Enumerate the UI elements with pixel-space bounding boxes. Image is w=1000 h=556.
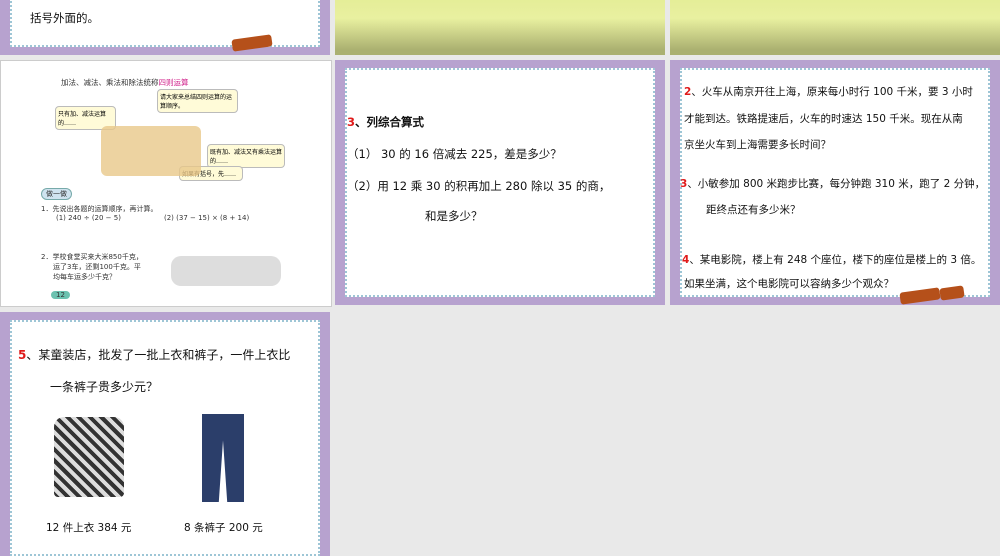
title-text: 加法、减法、乘法和除法统称 [61, 78, 159, 87]
slide-content: 2、火车从南京开往上海，原来每小时行 100 千米，要 3 小时 才能到达。铁路… [680, 68, 990, 297]
question-line: （2）用 12 乘 30 的积再加上 280 除以 35 的商， [347, 179, 611, 193]
slide-content: 括号外面的。 [10, 0, 320, 47]
question-4-line: 如果坐满，这个电影院可以容纳多少个观众？ [684, 278, 894, 290]
speech-bubble: 既有加、减法又有乘法运算的…… [207, 144, 285, 168]
blouse-image [54, 417, 124, 497]
decoration-icon [939, 285, 965, 301]
heading: 3、列综合算式 [347, 114, 424, 130]
slide-thumbnail-6[interactable]: 2、火车从南京开往上海，原来每小时行 100 千米，要 3 小时 才能到达。铁路… [670, 60, 1000, 305]
question-text: 、某童装店，批发了一批上衣和裤子，一件上衣比 [26, 348, 291, 362]
page-number: 12 [51, 291, 70, 299]
question-text: 、火车从南京开往上海，原来每小时行 100 千米，要 3 小时 [691, 86, 973, 98]
slide-thumbnail-5[interactable]: 3、列综合算式 （1） 30 的 16 倍减去 225，差是多少？ （2）用 1… [335, 60, 665, 305]
question-line: 5、某童装店，批发了一批上衣和裤子，一件上衣比 [18, 346, 290, 363]
question-2-line: 才能到达。铁路提速后，火车的时速达 150 千米。现在从南 [684, 113, 963, 125]
slide-thumbnail-2[interactable] [335, 0, 665, 55]
speech-bubble: 请大家来总结四则运算的运算顺序。 [157, 89, 238, 113]
question-text: 、小敏参加 800 米跑步比赛，每分钟跑 310 米，跑了 2 分钟， [687, 178, 986, 190]
slide-thumbnail-7[interactable]: 5、某童装店，批发了一批上衣和裤子，一件上衣比 一条裤子贵多少元？ 12 件上衣… [0, 312, 330, 556]
question-1a: (1) 240 ÷ (20 − 5) [56, 214, 121, 222]
jeans-image [202, 414, 244, 502]
question-line: 和是多少？ [425, 209, 483, 223]
slide-content: 3、列综合算式 （1） 30 的 16 倍减去 225，差是多少？ （2）用 1… [345, 68, 655, 297]
question-3-line: 3、小敏参加 800 米跑步比赛，每分钟跑 310 米，跑了 2 分钟， [680, 176, 985, 191]
caption-blouse: 12 件上衣 384 元 [46, 522, 132, 534]
question-text: 、某电影院，楼上有 248 个座位，楼下的座位是楼上的 3 倍。 [689, 254, 982, 266]
slide-thumbnail-1[interactable]: 括号外面的。 [0, 0, 330, 55]
section-label: 做一做 [41, 188, 72, 200]
question-line: 一条裤子贵多少元？ [50, 380, 159, 394]
question-1b: (2) (37 − 15) × (8 + 14) [164, 214, 250, 222]
heading-text: 、列综合算式 [355, 115, 425, 129]
tricycle-illustration [171, 256, 281, 286]
question-2-line: 均每车运多少千克？ [53, 273, 116, 281]
heading-number: 3 [347, 115, 356, 129]
slide-thumbnail-4[interactable]: 加法、减法、乘法和除法统称四则运算 请大家来总结四则运算的运算顺序。 只有加、减… [0, 60, 332, 307]
question-line: （1） 30 的 16 倍减去 225，差是多少？ [347, 147, 562, 161]
textbook-title: 加法、减法、乘法和除法统称四则运算 [61, 77, 189, 88]
students-illustration [101, 126, 201, 176]
question-2-line: 运了3车，还剩100千克。平 [53, 263, 141, 271]
question-2-line: 2．学校食堂买来大米850千克， [41, 253, 143, 261]
question-2-line: 2、火车从南京开往上海，原来每小时行 100 千米，要 3 小时 [684, 84, 973, 99]
slide-text: 括号外面的。 [30, 11, 99, 25]
question-3-line: 距终点还有多少米？ [706, 204, 801, 216]
highlight-text: 四则运算 [158, 78, 189, 87]
question-4-line: 4、某电影院，楼上有 248 个座位，楼下的座位是楼上的 3 倍。 [682, 252, 981, 267]
slide-thumbnail-3[interactable] [670, 0, 1000, 55]
question-1: 1．先说出各题的运算顺序，再计算。 [41, 205, 158, 213]
caption-jeans: 8 条裤子 200 元 [184, 522, 263, 534]
question-2-line: 京坐火车到上海需要多长时间？ [684, 139, 831, 151]
slide-content: 5、某童装店，批发了一批上衣和裤子，一件上衣比 一条裤子贵多少元？ 12 件上衣… [10, 320, 320, 556]
